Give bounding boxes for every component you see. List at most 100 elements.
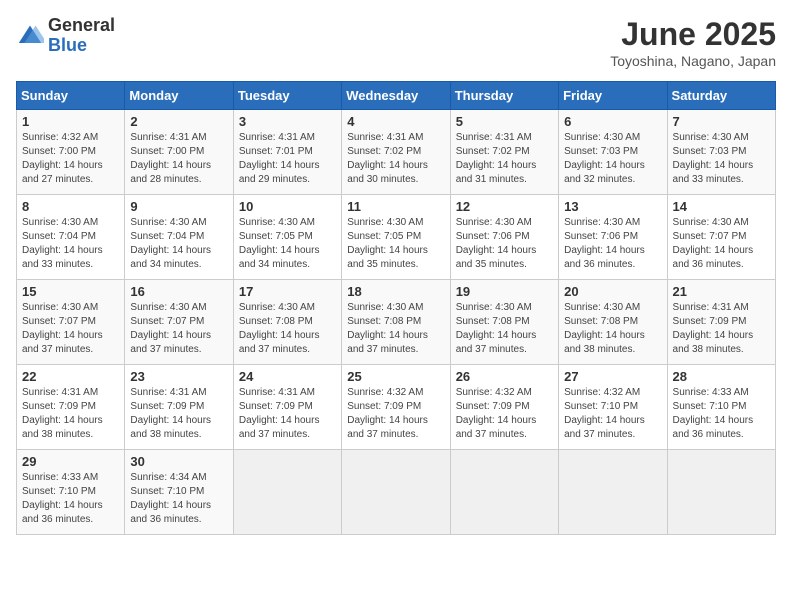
day-info: Sunrise: 4:30 AM Sunset: 7:05 PM Dayligh… (347, 216, 444, 272)
day-number: 16 (130, 284, 227, 299)
day-info: Sunrise: 4:31 AM Sunset: 7:00 PM Dayligh… (130, 131, 227, 187)
day-info: Sunrise: 4:30 AM Sunset: 7:03 PM Dayligh… (564, 131, 661, 187)
calendar-cell: 2 Sunrise: 4:31 AM Sunset: 7:00 PM Dayli… (125, 110, 233, 195)
calendar-cell: 26 Sunrise: 4:32 AM Sunset: 7:09 PM Dayl… (450, 365, 558, 450)
calendar-cell: 28 Sunrise: 4:33 AM Sunset: 7:10 PM Dayl… (667, 365, 775, 450)
calendar-cell: 29 Sunrise: 4:33 AM Sunset: 7:10 PM Dayl… (17, 450, 125, 535)
calendar-cell: 6 Sunrise: 4:30 AM Sunset: 7:03 PM Dayli… (559, 110, 667, 195)
calendar-cell: 22 Sunrise: 4:31 AM Sunset: 7:09 PM Dayl… (17, 365, 125, 450)
day-number: 19 (456, 284, 553, 299)
day-number: 1 (22, 114, 119, 129)
location: Toyoshina, Nagano, Japan (610, 53, 776, 69)
calendar-cell: 19 Sunrise: 4:30 AM Sunset: 7:08 PM Dayl… (450, 280, 558, 365)
calendar-cell: 15 Sunrise: 4:30 AM Sunset: 7:07 PM Dayl… (17, 280, 125, 365)
day-info: Sunrise: 4:30 AM Sunset: 7:07 PM Dayligh… (130, 301, 227, 357)
day-info: Sunrise: 4:30 AM Sunset: 7:08 PM Dayligh… (564, 301, 661, 357)
day-number: 29 (22, 454, 119, 469)
day-number: 18 (347, 284, 444, 299)
calendar-cell: 11 Sunrise: 4:30 AM Sunset: 7:05 PM Dayl… (342, 195, 450, 280)
calendar-cell: 8 Sunrise: 4:30 AM Sunset: 7:04 PM Dayli… (17, 195, 125, 280)
calendar-cell: 20 Sunrise: 4:30 AM Sunset: 7:08 PM Dayl… (559, 280, 667, 365)
day-number: 28 (673, 369, 770, 384)
day-number: 5 (456, 114, 553, 129)
calendar-cell: 12 Sunrise: 4:30 AM Sunset: 7:06 PM Dayl… (450, 195, 558, 280)
day-info: Sunrise: 4:30 AM Sunset: 7:04 PM Dayligh… (22, 216, 119, 272)
logo: General Blue (16, 16, 115, 56)
day-number: 7 (673, 114, 770, 129)
day-number: 4 (347, 114, 444, 129)
weekday-header-wednesday: Wednesday (342, 82, 450, 110)
day-info: Sunrise: 4:31 AM Sunset: 7:02 PM Dayligh… (347, 131, 444, 187)
weekday-header-thursday: Thursday (450, 82, 558, 110)
day-number: 13 (564, 199, 661, 214)
day-number: 14 (673, 199, 770, 214)
calendar-cell: 30 Sunrise: 4:34 AM Sunset: 7:10 PM Dayl… (125, 450, 233, 535)
calendar-cell: 25 Sunrise: 4:32 AM Sunset: 7:09 PM Dayl… (342, 365, 450, 450)
calendar-cell: 3 Sunrise: 4:31 AM Sunset: 7:01 PM Dayli… (233, 110, 341, 195)
day-info: Sunrise: 4:31 AM Sunset: 7:09 PM Dayligh… (22, 386, 119, 442)
logo-blue: Blue (48, 36, 115, 56)
weekday-header-friday: Friday (559, 82, 667, 110)
logo-icon (16, 22, 44, 50)
calendar-cell: 21 Sunrise: 4:31 AM Sunset: 7:09 PM Dayl… (667, 280, 775, 365)
calendar-cell: 5 Sunrise: 4:31 AM Sunset: 7:02 PM Dayli… (450, 110, 558, 195)
day-number: 25 (347, 369, 444, 384)
day-number: 22 (22, 369, 119, 384)
weekday-header-monday: Monday (125, 82, 233, 110)
day-number: 15 (22, 284, 119, 299)
day-number: 11 (347, 199, 444, 214)
day-number: 12 (456, 199, 553, 214)
day-number: 24 (239, 369, 336, 384)
day-info: Sunrise: 4:31 AM Sunset: 7:01 PM Dayligh… (239, 131, 336, 187)
day-number: 3 (239, 114, 336, 129)
calendar-table: SundayMondayTuesdayWednesdayThursdayFrid… (16, 81, 776, 535)
weekday-header-row: SundayMondayTuesdayWednesdayThursdayFrid… (17, 82, 776, 110)
logo-text: General Blue (48, 16, 115, 56)
calendar-cell: 16 Sunrise: 4:30 AM Sunset: 7:07 PM Dayl… (125, 280, 233, 365)
calendar-cell (233, 450, 341, 535)
calendar-cell: 14 Sunrise: 4:30 AM Sunset: 7:07 PM Dayl… (667, 195, 775, 280)
day-info: Sunrise: 4:32 AM Sunset: 7:09 PM Dayligh… (456, 386, 553, 442)
calendar-cell: 10 Sunrise: 4:30 AM Sunset: 7:05 PM Dayl… (233, 195, 341, 280)
day-info: Sunrise: 4:30 AM Sunset: 7:03 PM Dayligh… (673, 131, 770, 187)
day-info: Sunrise: 4:30 AM Sunset: 7:06 PM Dayligh… (564, 216, 661, 272)
day-info: Sunrise: 4:30 AM Sunset: 7:08 PM Dayligh… (347, 301, 444, 357)
calendar-cell: 9 Sunrise: 4:30 AM Sunset: 7:04 PM Dayli… (125, 195, 233, 280)
calendar-week-4: 22 Sunrise: 4:31 AM Sunset: 7:09 PM Dayl… (17, 365, 776, 450)
calendar-week-2: 8 Sunrise: 4:30 AM Sunset: 7:04 PM Dayli… (17, 195, 776, 280)
calendar-cell (559, 450, 667, 535)
logo-general: General (48, 16, 115, 36)
calendar-cell: 13 Sunrise: 4:30 AM Sunset: 7:06 PM Dayl… (559, 195, 667, 280)
day-info: Sunrise: 4:31 AM Sunset: 7:09 PM Dayligh… (130, 386, 227, 442)
day-info: Sunrise: 4:30 AM Sunset: 7:07 PM Dayligh… (673, 216, 770, 272)
title-block: June 2025 Toyoshina, Nagano, Japan (610, 16, 776, 69)
calendar-cell: 27 Sunrise: 4:32 AM Sunset: 7:10 PM Dayl… (559, 365, 667, 450)
day-number: 30 (130, 454, 227, 469)
calendar-cell (667, 450, 775, 535)
calendar-cell: 4 Sunrise: 4:31 AM Sunset: 7:02 PM Dayli… (342, 110, 450, 195)
calendar-cell: 17 Sunrise: 4:30 AM Sunset: 7:08 PM Dayl… (233, 280, 341, 365)
day-info: Sunrise: 4:33 AM Sunset: 7:10 PM Dayligh… (673, 386, 770, 442)
day-info: Sunrise: 4:30 AM Sunset: 7:08 PM Dayligh… (239, 301, 336, 357)
day-info: Sunrise: 4:32 AM Sunset: 7:00 PM Dayligh… (22, 131, 119, 187)
day-info: Sunrise: 4:31 AM Sunset: 7:02 PM Dayligh… (456, 131, 553, 187)
day-info: Sunrise: 4:30 AM Sunset: 7:08 PM Dayligh… (456, 301, 553, 357)
calendar-cell: 7 Sunrise: 4:30 AM Sunset: 7:03 PM Dayli… (667, 110, 775, 195)
day-info: Sunrise: 4:34 AM Sunset: 7:10 PM Dayligh… (130, 471, 227, 527)
day-info: Sunrise: 4:30 AM Sunset: 7:07 PM Dayligh… (22, 301, 119, 357)
weekday-header-sunday: Sunday (17, 82, 125, 110)
calendar-week-5: 29 Sunrise: 4:33 AM Sunset: 7:10 PM Dayl… (17, 450, 776, 535)
day-number: 17 (239, 284, 336, 299)
day-info: Sunrise: 4:33 AM Sunset: 7:10 PM Dayligh… (22, 471, 119, 527)
day-number: 26 (456, 369, 553, 384)
day-number: 27 (564, 369, 661, 384)
page-header: General Blue June 2025 Toyoshina, Nagano… (16, 16, 776, 69)
day-number: 10 (239, 199, 336, 214)
day-info: Sunrise: 4:30 AM Sunset: 7:05 PM Dayligh… (239, 216, 336, 272)
day-info: Sunrise: 4:32 AM Sunset: 7:10 PM Dayligh… (564, 386, 661, 442)
day-number: 2 (130, 114, 227, 129)
day-number: 23 (130, 369, 227, 384)
calendar-cell: 24 Sunrise: 4:31 AM Sunset: 7:09 PM Dayl… (233, 365, 341, 450)
weekday-header-saturday: Saturday (667, 82, 775, 110)
calendar-cell (450, 450, 558, 535)
